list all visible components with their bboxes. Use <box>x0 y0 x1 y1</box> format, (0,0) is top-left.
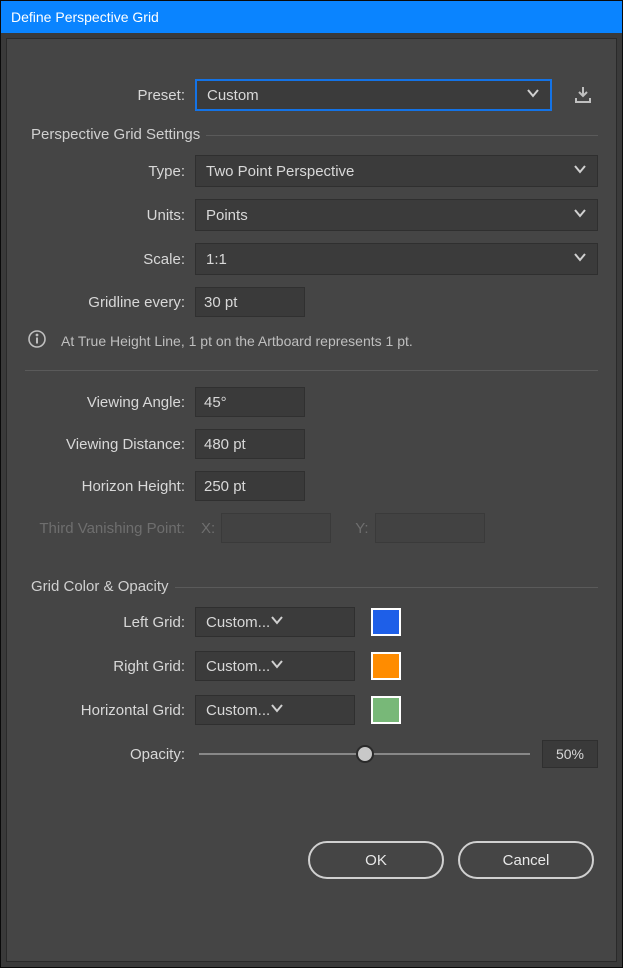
cancel-button[interactable]: Cancel <box>458 841 594 879</box>
right-grid-color-value: Custom... <box>206 658 270 675</box>
viewing-angle-row: Viewing Angle: <box>25 387 598 417</box>
horizontal-grid-label: Horizontal Grid: <box>25 702 195 719</box>
dialog-content: Preset: Custom Perspective Grid Settings… <box>6 38 617 962</box>
slider-thumb[interactable] <box>356 745 374 763</box>
horizon-height-input[interactable] <box>195 471 305 501</box>
viewing-distance-label: Viewing Distance: <box>25 436 195 453</box>
type-select-value: Two Point Perspective <box>206 163 354 180</box>
info-icon <box>25 329 61 352</box>
viewing-distance-input[interactable] <box>195 429 305 459</box>
title-bar: Define Perspective Grid <box>1 1 622 33</box>
window-title: Define Perspective Grid <box>11 9 159 25</box>
right-grid-swatch[interactable] <box>371 652 401 680</box>
chevron-down-icon <box>270 657 284 675</box>
third-vp-x-input <box>221 513 331 543</box>
chevron-down-icon <box>270 613 284 631</box>
opacity-slider[interactable] <box>199 739 530 769</box>
import-preset-icon[interactable] <box>568 85 598 105</box>
horizontal-grid-swatch[interactable] <box>371 696 401 724</box>
scale-label: Scale: <box>25 251 195 268</box>
chevron-down-icon <box>573 162 587 180</box>
left-grid-label: Left Grid: <box>25 614 195 631</box>
horizon-height-label: Horizon Height: <box>25 478 195 495</box>
opacity-value[interactable]: 50% <box>542 740 598 768</box>
third-vanishing-point-row: Third Vanishing Point: X: Y: <box>25 513 598 543</box>
scale-select-value: 1:1 <box>206 251 227 268</box>
left-grid-color-value: Custom... <box>206 614 270 631</box>
right-grid-label: Right Grid: <box>25 658 195 675</box>
third-vp-y-input <box>375 513 485 543</box>
type-select[interactable]: Two Point Perspective <box>195 155 598 187</box>
scale-row: Scale: 1:1 <box>25 243 598 275</box>
perspective-grid-settings-group: Perspective Grid Settings Type: Two Poin… <box>25 135 598 565</box>
horizontal-grid-row: Horizontal Grid: Custom... <box>25 695 598 725</box>
left-grid-swatch[interactable] <box>371 608 401 636</box>
grid-color-opacity-group: Grid Color & Opacity Left Grid: Custom..… <box>25 587 598 805</box>
left-grid-row: Left Grid: Custom... <box>25 607 598 637</box>
gridline-label: Gridline every: <box>25 294 195 311</box>
color-opacity-legend: Grid Color & Opacity <box>25 578 175 595</box>
horizon-height-row: Horizon Height: <box>25 471 598 501</box>
third-vp-x-label: X: <box>201 520 215 537</box>
units-select[interactable]: Points <box>195 199 598 231</box>
third-vp-label: Third Vanishing Point: <box>25 520 195 537</box>
chevron-down-icon <box>573 250 587 268</box>
type-label: Type: <box>25 163 195 180</box>
divider <box>25 370 598 371</box>
right-grid-color-select[interactable]: Custom... <box>195 651 355 681</box>
preset-select-value: Custom <box>207 87 259 104</box>
dialog-window: Define Perspective Grid Preset: Custom P… <box>0 0 623 968</box>
scale-info-row: At True Height Line, 1 pt on the Artboar… <box>25 329 598 352</box>
viewing-angle-label: Viewing Angle: <box>25 394 195 411</box>
horizontal-grid-color-select[interactable]: Custom... <box>195 695 355 725</box>
ok-button[interactable]: OK <box>308 841 444 879</box>
units-select-value: Points <box>206 207 248 224</box>
grid-settings-legend: Perspective Grid Settings <box>25 126 206 143</box>
opacity-label: Opacity: <box>25 746 195 763</box>
scale-select[interactable]: 1:1 <box>195 243 598 275</box>
third-vp-y-label: Y: <box>355 520 368 537</box>
units-row: Units: Points <box>25 199 598 231</box>
dialog-footer: OK Cancel <box>25 841 598 879</box>
chevron-down-icon <box>526 86 540 104</box>
chevron-down-icon <box>573 206 587 224</box>
gridline-row: Gridline every: <box>25 287 598 317</box>
type-row: Type: Two Point Perspective <box>25 155 598 187</box>
opacity-row: Opacity: 50% <box>25 739 598 769</box>
chevron-down-icon <box>270 701 284 719</box>
left-grid-color-select[interactable]: Custom... <box>195 607 355 637</box>
viewing-distance-row: Viewing Distance: <box>25 429 598 459</box>
right-grid-row: Right Grid: Custom... <box>25 651 598 681</box>
horizontal-grid-color-value: Custom... <box>206 702 270 719</box>
preset-select[interactable]: Custom <box>195 79 552 111</box>
preset-row: Preset: Custom <box>25 79 598 111</box>
viewing-angle-input[interactable] <box>195 387 305 417</box>
gridline-input[interactable] <box>195 287 305 317</box>
scale-info-text: At True Height Line, 1 pt on the Artboar… <box>61 333 413 349</box>
preset-label: Preset: <box>25 87 195 104</box>
units-label: Units: <box>25 207 195 224</box>
